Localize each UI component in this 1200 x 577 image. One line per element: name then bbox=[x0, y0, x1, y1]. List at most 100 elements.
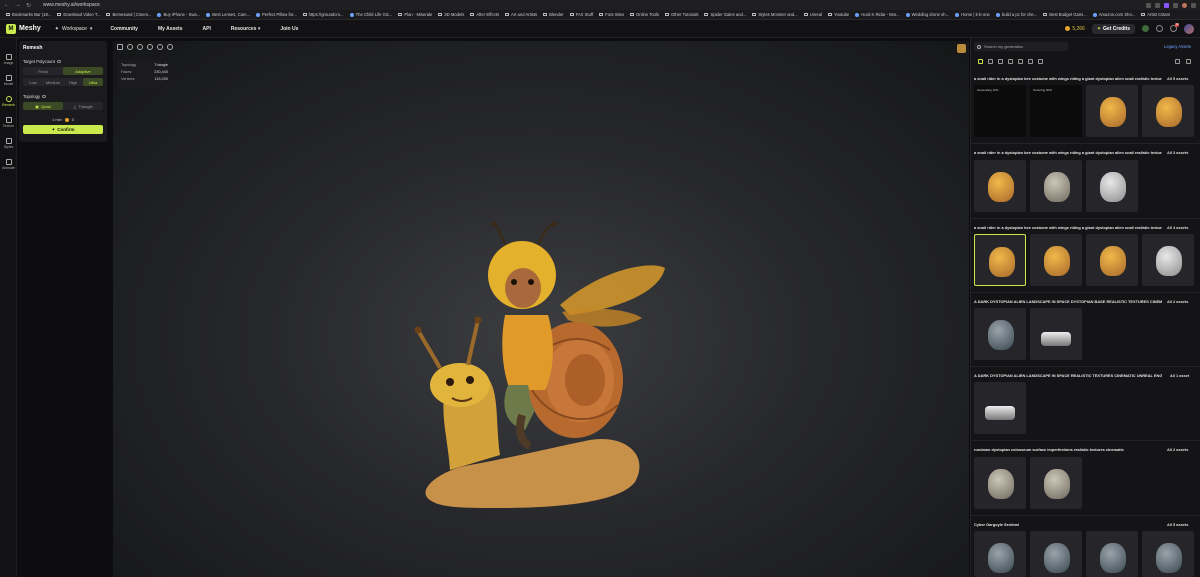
asset-thumb[interactable] bbox=[1030, 531, 1082, 577]
expand-icon[interactable] bbox=[1186, 59, 1191, 64]
rail-animate[interactable]: Animate bbox=[0, 159, 17, 170]
animate-filter-icon[interactable] bbox=[1038, 59, 1043, 64]
nav-community[interactable]: Community bbox=[110, 26, 138, 32]
forward-icon[interactable]: → bbox=[15, 2, 21, 9]
asset-thumb-selected[interactable] bbox=[974, 234, 1026, 286]
nav-my-assets[interactable]: My Assets bbox=[158, 26, 183, 32]
density-medium[interactable]: Medium bbox=[43, 78, 63, 86]
extension-icon[interactable] bbox=[1164, 2, 1169, 8]
bookmark[interactable]: 3D Models bbox=[435, 12, 467, 17]
group-title[interactable]: A DARK DYSTOPIAN ALIEN LANDSCAPE IN SPAC… bbox=[974, 373, 1162, 378]
menu-icon[interactable] bbox=[1191, 2, 1196, 8]
nav-api[interactable]: API bbox=[203, 26, 211, 32]
styles-filter-icon[interactable] bbox=[1028, 59, 1033, 64]
image-filter-icon[interactable] bbox=[998, 59, 1003, 64]
asset-thumb[interactable] bbox=[1086, 160, 1138, 212]
grid-icon[interactable] bbox=[167, 44, 173, 50]
bookmark[interactable]: Plan - Miserale bbox=[395, 12, 435, 17]
asset-thumb[interactable] bbox=[1142, 234, 1194, 286]
asset-thumb[interactable]: Generating 11% bbox=[974, 85, 1026, 137]
extension-icon[interactable] bbox=[1146, 2, 1151, 8]
rail-texture[interactable]: Texture bbox=[0, 117, 17, 128]
rail-styles[interactable]: Styles bbox=[0, 138, 17, 149]
info-icon[interactable] bbox=[42, 94, 46, 99]
group-title[interactable]: a snail rider in a dystopian bee costume… bbox=[974, 225, 1162, 230]
texture-filter-icon[interactable] bbox=[1018, 59, 1023, 64]
logo[interactable]: M Meshy bbox=[6, 23, 41, 34]
all-assets-link[interactable]: All 1 asset bbox=[1170, 373, 1189, 378]
nav-join-us[interactable]: Join Us bbox=[280, 26, 298, 32]
bookmark[interactable]: Best Lenses, Cam... bbox=[203, 12, 253, 17]
asset-thumb[interactable] bbox=[1142, 85, 1194, 137]
asset-thumb[interactable]: Texturing 60% bbox=[1030, 85, 1082, 137]
bookmark[interactable]: Amazon.com Sho... bbox=[1090, 12, 1139, 17]
help-icon[interactable] bbox=[1156, 25, 1163, 32]
bookmark[interactable]: Art and Artists bbox=[502, 12, 540, 17]
folder-filter-icon[interactable] bbox=[978, 59, 983, 64]
all-assets-link[interactable]: All 5 assets bbox=[1167, 76, 1188, 81]
mode-adaptive[interactable]: Adaptive bbox=[63, 67, 103, 75]
bookmark[interactable]: Spider Gales and... bbox=[701, 12, 749, 17]
shading-icon[interactable] bbox=[117, 44, 123, 50]
all-assets-link[interactable]: All 5 assets bbox=[1167, 522, 1188, 527]
sort-icon[interactable] bbox=[1175, 59, 1180, 64]
bookmark[interactable]: Youtube bbox=[825, 12, 852, 17]
density-high[interactable]: High bbox=[63, 78, 83, 86]
group-title[interactable]: A DARK DYSTOPIAN ALIEN LANDSCAPE IN SPAC… bbox=[974, 299, 1162, 304]
bookmark[interactable]: Unreal bbox=[801, 12, 825, 17]
rotate-icon[interactable] bbox=[157, 44, 163, 50]
all-assets-link[interactable]: All 3 assets bbox=[1167, 150, 1188, 155]
all-assets-link[interactable]: All 2 assets bbox=[1167, 299, 1188, 304]
texture-view-icon[interactable] bbox=[137, 44, 143, 50]
bookmark[interactable]: Online Tools bbox=[627, 12, 662, 17]
asset-thumb[interactable] bbox=[974, 531, 1026, 577]
bookmark[interactable]: Artist Cstars bbox=[1138, 12, 1173, 17]
rail-model[interactable]: Model bbox=[0, 75, 17, 86]
all-assets-link[interactable]: All 4 assets bbox=[1167, 225, 1188, 230]
bookmark[interactable]: The Child Life Giz... bbox=[347, 12, 396, 17]
confirm-button[interactable]: ✦ Confirm bbox=[23, 125, 103, 134]
bookmark[interactable]: FAX Stuff bbox=[567, 12, 597, 17]
bookmark[interactable]: Download Video T... bbox=[54, 12, 103, 17]
asset-thumb[interactable] bbox=[974, 382, 1026, 434]
profile-icon[interactable] bbox=[1182, 2, 1187, 8]
topology-quad[interactable]: ▣ Quad bbox=[23, 102, 63, 110]
workspace-dropdown[interactable]: ✦ Workspace ▾ bbox=[55, 26, 93, 32]
bookmark[interactable]: Perfect Pillow for... bbox=[253, 12, 300, 17]
cube-filter-icon[interactable] bbox=[1008, 59, 1013, 64]
wireframe-icon[interactable] bbox=[127, 44, 133, 50]
search-input[interactable]: Search my generation bbox=[974, 42, 1068, 51]
info-icon[interactable] bbox=[57, 59, 61, 64]
bookmark[interactable]: After Effects bbox=[467, 12, 502, 17]
asset-thumb[interactable] bbox=[1030, 234, 1082, 286]
asset-thumb[interactable] bbox=[1030, 308, 1082, 360]
topology-triangle[interactable]: △ Triangle bbox=[63, 102, 103, 110]
bookmark[interactable]: Font Sites bbox=[596, 12, 627, 17]
density-ultra[interactable]: Ultra bbox=[83, 78, 103, 86]
get-credits-button[interactable]: ✦ Get Credits bbox=[1091, 23, 1135, 34]
grid-filter-icon[interactable] bbox=[988, 59, 993, 64]
bookmark[interactable]: Blender bbox=[540, 12, 566, 17]
lighting-icon[interactable] bbox=[147, 44, 153, 50]
legacy-assets-link[interactable]: Legacy Assets bbox=[1164, 44, 1191, 49]
asset-thumb[interactable] bbox=[974, 160, 1026, 212]
notification-icon[interactable]: 99 bbox=[1170, 23, 1179, 32]
rail-remesh[interactable]: Remesh bbox=[0, 96, 17, 107]
asset-thumb[interactable] bbox=[974, 457, 1026, 509]
bookmark[interactable]: Buy iPhone - Swa... bbox=[154, 12, 203, 17]
group-title[interactable]: rundown dystopian colosseum surface impe… bbox=[974, 447, 1162, 452]
asset-thumb[interactable] bbox=[1142, 531, 1194, 577]
avatar[interactable] bbox=[1184, 23, 1194, 34]
asset-thumb[interactable] bbox=[1086, 531, 1138, 577]
bookmark[interactable]: Bemesand | Cinem... bbox=[103, 12, 154, 17]
bookmark[interactable]: Wedding drone sh... bbox=[903, 12, 952, 17]
asset-thumb[interactable] bbox=[974, 308, 1026, 360]
bookmark[interactable]: https://groundcro... bbox=[300, 12, 347, 17]
asset-thumb[interactable] bbox=[1030, 160, 1082, 212]
extension-icon[interactable] bbox=[1173, 2, 1178, 8]
back-icon[interactable]: ← bbox=[4, 2, 10, 9]
mode-fixed[interactable]: Fixed bbox=[23, 67, 63, 75]
discord-icon[interactable] bbox=[1142, 25, 1149, 32]
bookmark[interactable]: Other Tutorials bbox=[662, 12, 701, 17]
group-title[interactable]: a snail rider in a dystopian bee costume… bbox=[974, 76, 1162, 81]
